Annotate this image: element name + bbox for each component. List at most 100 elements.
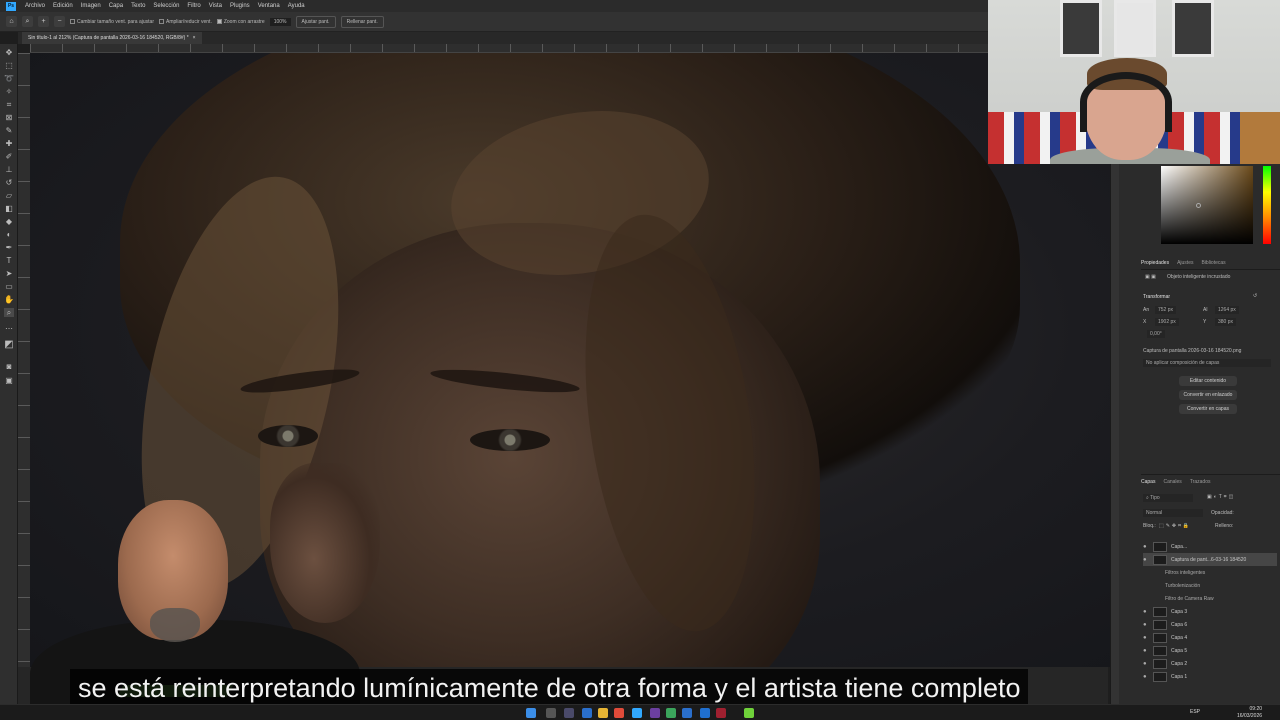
fill-screen-button[interactable]: Rellenar pant. xyxy=(340,15,384,28)
visibility-eye-icon[interactable]: ● xyxy=(1143,661,1149,667)
x-field[interactable]: 1902 px xyxy=(1155,318,1179,326)
menu-vista[interactable]: Vista xyxy=(206,3,225,9)
height-field[interactable]: 1264 px xyxy=(1215,306,1239,314)
edge-icon[interactable] xyxy=(582,708,592,718)
menu-imagen[interactable]: Imagen xyxy=(78,3,104,9)
blend-mode-select[interactable]: Normal xyxy=(1143,509,1203,517)
app-icon[interactable] xyxy=(700,708,710,718)
menu-ventana[interactable]: Ventana xyxy=(255,3,283,9)
type-tool-icon[interactable]: T xyxy=(4,256,14,265)
document-tab[interactable]: Sin título-1 al 212% (Captura de pantall… xyxy=(22,32,202,44)
crop-tool-icon[interactable]: ⌗ xyxy=(4,100,14,109)
home-icon[interactable]: ⌂ xyxy=(6,16,17,27)
layer-row[interactable]: ● Capa 1 xyxy=(1143,670,1277,683)
app-icon[interactable] xyxy=(744,708,754,718)
convert-to-linked-button[interactable]: Convertir en enlazado xyxy=(1179,390,1237,400)
file-explorer-icon[interactable] xyxy=(598,708,608,718)
marquee-tool-icon[interactable]: ⬚ xyxy=(4,61,14,70)
width-field[interactable]: 752 px xyxy=(1155,306,1177,314)
smart-filter-row[interactable]: Turbolenización xyxy=(1143,579,1277,592)
smart-filter-row[interactable]: Filtro de Camera Raw xyxy=(1143,592,1277,605)
scrubby-zoom-checkbox[interactable]: Zoom con arrastre xyxy=(216,19,265,25)
layer-filter-icons[interactable]: ▣◐T⌗◫ xyxy=(1207,494,1235,500)
visibility-eye-icon[interactable]: ● xyxy=(1143,557,1149,563)
clock[interactable]: 09:20 16/03/2026 xyxy=(1237,706,1262,720)
tab-canales[interactable]: Canales xyxy=(1163,479,1181,485)
visibility-eye-icon[interactable]: ● xyxy=(1143,648,1149,654)
menu-filtro[interactable]: Filtro xyxy=(184,3,203,9)
layer-row[interactable]: ● Capa 4 xyxy=(1143,631,1277,644)
tab-bibliotecas[interactable]: Bibliotecas xyxy=(1201,260,1225,266)
eraser-tool-icon[interactable]: ▱ xyxy=(4,191,14,200)
menu-ayuda[interactable]: Ayuda xyxy=(285,3,308,9)
layer-row[interactable]: ● Capa 5 xyxy=(1143,644,1277,657)
tab-propiedades[interactable]: Propiedades xyxy=(1141,260,1169,266)
zoom-out-icon[interactable]: − xyxy=(54,16,65,27)
tab-capas[interactable]: Capas xyxy=(1141,479,1155,485)
layer-row[interactable]: ● Capa 2 xyxy=(1143,657,1277,670)
fit-screen-button[interactable]: Ajustar pant. xyxy=(295,15,336,28)
angle-field[interactable]: 0,00° xyxy=(1147,330,1165,338)
app-icon[interactable] xyxy=(650,708,660,718)
eyedropper-tool-icon[interactable]: ✎ xyxy=(4,126,14,135)
search-icon[interactable] xyxy=(546,708,556,718)
close-icon[interactable]: × xyxy=(193,35,196,41)
shape-tool-icon[interactable]: ▭ xyxy=(4,282,14,291)
layer-filter-select[interactable]: ⌕ Tipo xyxy=(1143,494,1193,502)
blur-tool-icon[interactable]: ◆ xyxy=(4,217,14,226)
menu-capa[interactable]: Capa xyxy=(106,3,126,9)
resize-windows-checkbox[interactable]: Cambiar tamaño vent. para ajustar xyxy=(70,19,154,25)
visibility-eye-icon[interactable]: ● xyxy=(1143,674,1149,680)
y-field[interactable]: 380 px xyxy=(1215,318,1237,326)
gradient-tool-icon[interactable]: ◧ xyxy=(4,204,14,213)
chrome-icon[interactable] xyxy=(614,708,624,718)
more-tools-icon[interactable]: ⋯ xyxy=(4,324,14,333)
lasso-tool-icon[interactable]: ➰ xyxy=(4,74,14,83)
zoom-all-windows-checkbox[interactable]: Ampliar/reducir vent. xyxy=(158,19,212,25)
zoom-value-field[interactable]: 100% xyxy=(269,17,291,26)
zoom-in-icon[interactable]: + xyxy=(38,16,49,27)
edit-contents-button[interactable]: Editar contenido xyxy=(1179,376,1237,386)
menu-archivo[interactable]: Archivo xyxy=(22,3,48,9)
menu-seleccion[interactable]: Selección xyxy=(150,3,182,9)
pen-tool-icon[interactable]: ✒ xyxy=(4,243,14,252)
app-icon[interactable] xyxy=(666,708,676,718)
language-indicator[interactable]: ESP xyxy=(1190,709,1200,715)
app-icon[interactable] xyxy=(682,708,692,718)
visibility-eye-icon[interactable]: ● xyxy=(1143,622,1149,628)
color-picker-cursor[interactable] xyxy=(1196,203,1201,208)
quick-mask-icon[interactable]: ◙ xyxy=(4,362,14,371)
menu-edicion[interactable]: Edición xyxy=(50,3,76,9)
layer-comp-select[interactable]: No aplicar composición de capas xyxy=(1143,359,1271,367)
path-selection-tool-icon[interactable]: ➤ xyxy=(4,269,14,278)
magic-wand-tool-icon[interactable]: ✧ xyxy=(4,87,14,96)
photoshop-icon[interactable] xyxy=(632,708,642,718)
menu-plugins[interactable]: Plugins xyxy=(227,3,253,9)
horizontal-ruler[interactable] xyxy=(30,44,988,53)
panels-scrollbar[interactable] xyxy=(1111,164,1119,704)
color-picker-field[interactable] xyxy=(1161,166,1253,244)
zoom-tool-active-icon[interactable]: ⌕ xyxy=(4,308,14,317)
start-icon[interactable] xyxy=(526,708,536,718)
lock-icons[interactable]: ⬚✎✥⌗🔒 xyxy=(1159,523,1191,529)
visibility-eye-icon[interactable]: ● xyxy=(1143,609,1149,615)
reset-transform-icon[interactable]: ↺ xyxy=(1253,293,1257,299)
dodge-tool-icon[interactable]: ◐ xyxy=(4,230,14,239)
stamp-tool-icon[interactable]: ⊥ xyxy=(4,165,14,174)
layer-row[interactable]: ● Capa... xyxy=(1143,540,1277,553)
task-view-icon[interactable] xyxy=(564,708,574,718)
menu-texto[interactable]: Texto xyxy=(128,3,148,9)
tab-ajustes[interactable]: Ajustes xyxy=(1177,260,1193,266)
brush-tool-icon[interactable]: ✐ xyxy=(4,152,14,161)
color-swatches-icon[interactable]: ◩ xyxy=(4,340,14,350)
zoom-tool-icon[interactable]: ⌕ xyxy=(22,16,33,27)
frame-tool-icon[interactable]: ⊠ xyxy=(4,113,14,122)
visibility-eye-icon[interactable]: ● xyxy=(1143,544,1149,550)
visibility-eye-icon[interactable]: ● xyxy=(1143,635,1149,641)
convert-to-layers-button[interactable]: Convertir en capas xyxy=(1179,404,1237,414)
layer-row[interactable]: ● Capa 3 xyxy=(1143,605,1277,618)
screen-mode-icon[interactable]: ▣ xyxy=(4,376,14,385)
move-tool-icon[interactable]: ✥ xyxy=(4,48,14,57)
app-icon[interactable] xyxy=(716,708,726,718)
hue-slider[interactable] xyxy=(1263,166,1271,244)
